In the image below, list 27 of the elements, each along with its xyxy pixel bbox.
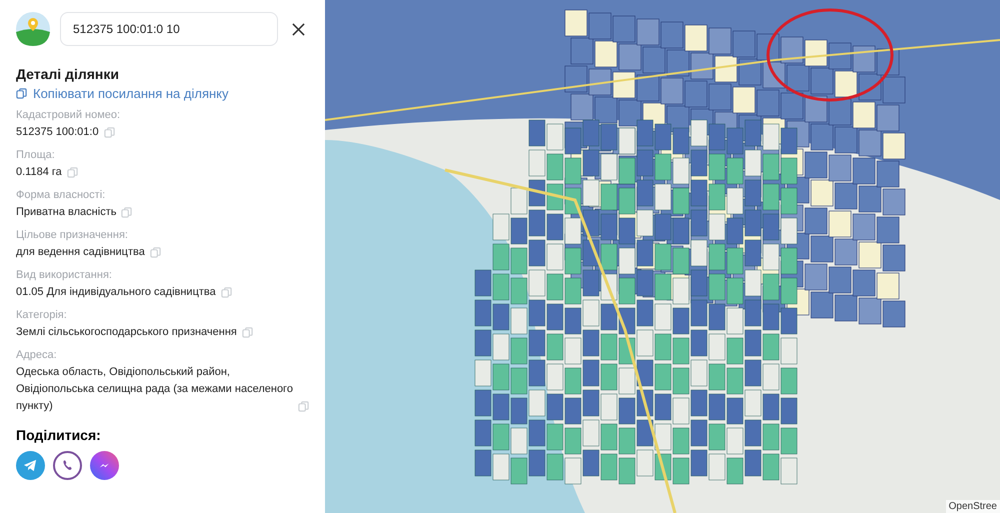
map-drawing[interactable] bbox=[325, 0, 1000, 513]
paper-plane-icon bbox=[23, 458, 38, 473]
field-label: Цільове призначення: bbox=[16, 229, 129, 241]
field-label: Форма власності: bbox=[16, 189, 106, 201]
field-value: для ведення садівництва bbox=[16, 245, 145, 260]
field-value: Одеська область, Овідіопольський район, Овідіопольська селищна рада (за межами населеного пункту) bbox=[16, 365, 293, 414]
field-label: Вид використання: bbox=[16, 269, 113, 281]
field-label: Площа: bbox=[16, 149, 56, 161]
field-value: 01.05 Для індивідуального садівництва bbox=[16, 285, 216, 300]
map-pin-logo bbox=[16, 12, 50, 46]
copy-link[interactable]: Копіювати посилання на ділянку bbox=[33, 86, 229, 101]
field-value: 512375 100:01:0 bbox=[16, 125, 99, 140]
share-button[interactable] bbox=[53, 451, 82, 480]
field-label: Адреса: bbox=[16, 349, 58, 361]
map-attribution[interactable]: OpenStree bbox=[946, 500, 1000, 513]
details-title: Деталі ділянки bbox=[16, 66, 120, 82]
search-field[interactable]: 512375 100:01:0 10 bbox=[60, 12, 278, 46]
field-label: Кадастровий номео: bbox=[16, 109, 122, 121]
share-button[interactable] bbox=[16, 451, 45, 480]
copy-icon[interactable] bbox=[16, 88, 27, 99]
field-value: Землі сільськогосподарського призначення bbox=[16, 325, 237, 340]
field-value: Приватна власність bbox=[16, 205, 116, 220]
field-label: Категорія: bbox=[16, 309, 68, 321]
field-value: 0.1184 га bbox=[16, 165, 62, 180]
close-icon bbox=[292, 22, 305, 36]
share-title: Поділитися: bbox=[16, 427, 102, 443]
share-button[interactable] bbox=[90, 451, 119, 480]
